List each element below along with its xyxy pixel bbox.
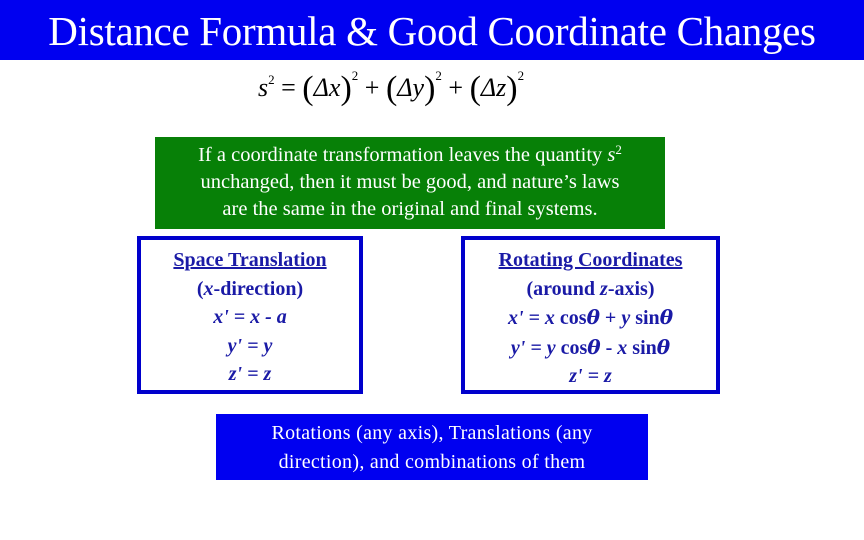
summary-box: Rotations (any axis), Translations (any … [216,414,648,480]
formula-exp-z: 2 [517,68,525,83]
formula-equals: = [281,73,296,102]
rotation-eq-y: y' = y cosθ - x sinθ [510,334,671,359]
formula-term-y: Δy [397,73,425,102]
rotation-panel: Rotating Coordinates (around z-axis) x' … [461,236,720,394]
formula-plus-2: + [448,73,464,102]
translation-panel: Space Translation (x-direction) x' = x -… [137,236,363,394]
formula-term-x: Δx [313,73,341,102]
formula-lhs: s [258,73,269,102]
note-line-3: are the same in the original and final s… [222,198,598,220]
summary-line-1: Rotations (any axis), Translations (any [271,422,593,444]
invariance-note: If a coordinate transformation leaves th… [155,137,665,229]
rotation-heading: Rotating Coordinates [498,249,683,271]
formula-plus-1: + [364,73,380,102]
summary-line-2: direction), and combinations of them [278,451,586,473]
translation-eq-x: x' = x - a [213,306,287,328]
rotation-eq-z: z' = z [569,365,612,387]
note-line-1: If a coordinate transformation leaves th… [198,142,622,166]
formula-exp-y: 2 [435,68,442,83]
formula-exp-x: 2 [351,68,359,83]
slide-title: Distance Formula & Good Coordinate Chang… [0,0,864,60]
rotation-eq-x: x' = x cosθ + y sinθ [507,305,674,329]
formula-lhs-exponent: 2 [268,72,275,87]
note-line-2: unchanged, then it must be good, and nat… [200,171,620,193]
distance-formula: s2 = (Δx)2 + (Δy)2 + (Δz)2 [258,68,525,107]
formula-term-z: Δz [480,73,507,102]
translation-subheading: (x-direction) [196,277,304,300]
translation-eq-y: y' = y [227,334,273,357]
rotation-subheading: (around z-axis) [526,277,655,300]
translation-heading: Space Translation [173,249,327,271]
translation-eq-z: z' = z [228,363,272,385]
